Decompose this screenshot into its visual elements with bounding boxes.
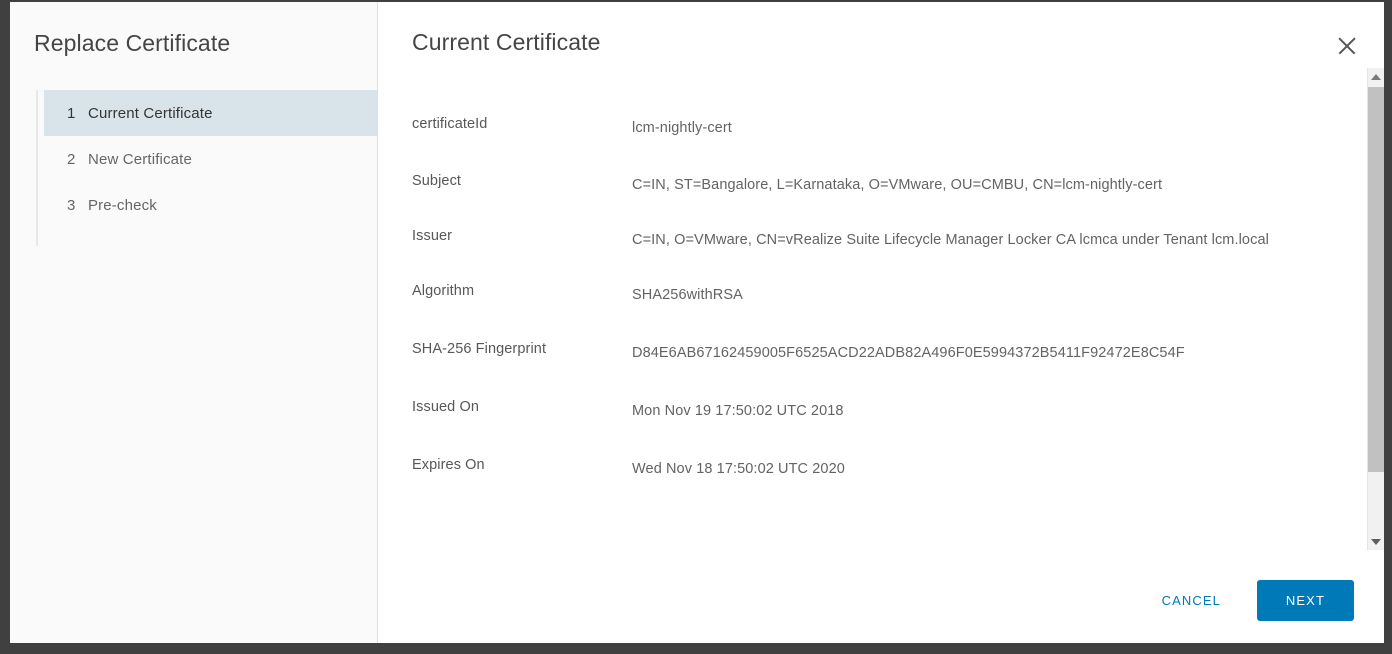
detail-label: Issuer (412, 228, 453, 244)
detail-row-issuer: Issuer C=IN, O=VMware, CN=vRealize Suite… (412, 226, 1384, 255)
detail-label: Issued On (412, 399, 479, 415)
scroll-down-triangle (1371, 538, 1381, 545)
step-number: 1 (67, 104, 76, 122)
detail-row-sha256-fingerprint: SHA-256 Fingerprint D84E6AB67162459005F6… (412, 339, 1384, 368)
detail-value: C=IN, O=VMware, CN=vRealize Suite Lifecy… (632, 232, 1269, 248)
detail-value: Mon Nov 19 17:50:02 UTC 2018 (632, 403, 844, 419)
detail-value: Wed Nov 18 17:50:02 UTC 2020 (632, 461, 845, 477)
sidebar-step-pre-check[interactable]: 3 Pre-check (44, 182, 377, 228)
detail-label: SHA-256 Fingerprint (412, 341, 547, 357)
detail-row-issued-on: Issued On Mon Nov 19 17:50:02 UTC 2018 (412, 397, 1384, 426)
next-button[interactable]: NEXT (1256, 580, 1354, 621)
wizard-sidebar: Replace Certificate 1 Current Certificat… (10, 2, 378, 643)
scrollbar-thumb[interactable] (1368, 87, 1384, 472)
chevron-down-icon[interactable] (1368, 533, 1384, 550)
detail-label: certificateId (412, 116, 488, 132)
detail-row-certificate-id: certificateId lcm-nightly-cert (412, 114, 1384, 143)
detail-value: lcm-nightly-cert (632, 120, 732, 136)
close-icon[interactable] (1332, 31, 1362, 61)
sidebar-step-current-certificate[interactable]: 1 Current Certificate (44, 90, 377, 136)
step-number: 2 (67, 150, 76, 168)
dialog-footer: CANCEL NEXT (1140, 580, 1354, 621)
detail-value: D84E6AB67162459005F6525ACD22ADB82A496F0E… (632, 345, 1185, 361)
step-label: New Certificate (88, 150, 192, 168)
detail-row-expires-on: Expires On Wed Nov 18 17:50:02 UTC 2020 (412, 455, 1384, 484)
scroll-up-triangle (1371, 73, 1381, 80)
sidebar-step-new-certificate[interactable]: 2 New Certificate (44, 136, 377, 182)
step-label: Pre-check (88, 196, 157, 214)
replace-certificate-dialog: Replace Certificate 1 Current Certificat… (10, 2, 1384, 643)
certificate-details-table: certificateId lcm-nightly-cert Subject C… (378, 70, 1384, 484)
step-rail-divider (36, 90, 38, 246)
cancel-button[interactable]: CANCEL (1140, 583, 1243, 618)
chevron-up-icon[interactable] (1368, 68, 1384, 85)
detail-row-algorithm: Algorithm SHA256withRSA (412, 281, 1384, 310)
page-title: Current Certificate (412, 29, 601, 55)
wizard-content: Current Certificate certificateId lcm-ni… (378, 2, 1384, 643)
vertical-scrollbar[interactable] (1367, 68, 1384, 550)
step-number: 3 (67, 196, 76, 214)
detail-row-subject: Subject C=IN, ST=Bangalore, L=Karnataka,… (412, 171, 1384, 200)
detail-label: Expires On (412, 457, 485, 473)
detail-label: Subject (412, 173, 462, 189)
wizard-title: Replace Certificate (34, 30, 231, 56)
certificate-details-scroll-area: certificateId lcm-nightly-cert Subject C… (378, 70, 1384, 548)
page-backdrop: Replace Certificate 1 Current Certificat… (0, 0, 1392, 654)
detail-label: Algorithm (412, 283, 475, 299)
detail-value: C=IN, ST=Bangalore, L=Karnataka, O=VMwar… (632, 177, 1163, 193)
step-label: Current Certificate (88, 104, 213, 122)
wizard-step-list: 1 Current Certificate 2 New Certificate … (10, 90, 377, 246)
detail-value: SHA256withRSA (632, 287, 743, 303)
